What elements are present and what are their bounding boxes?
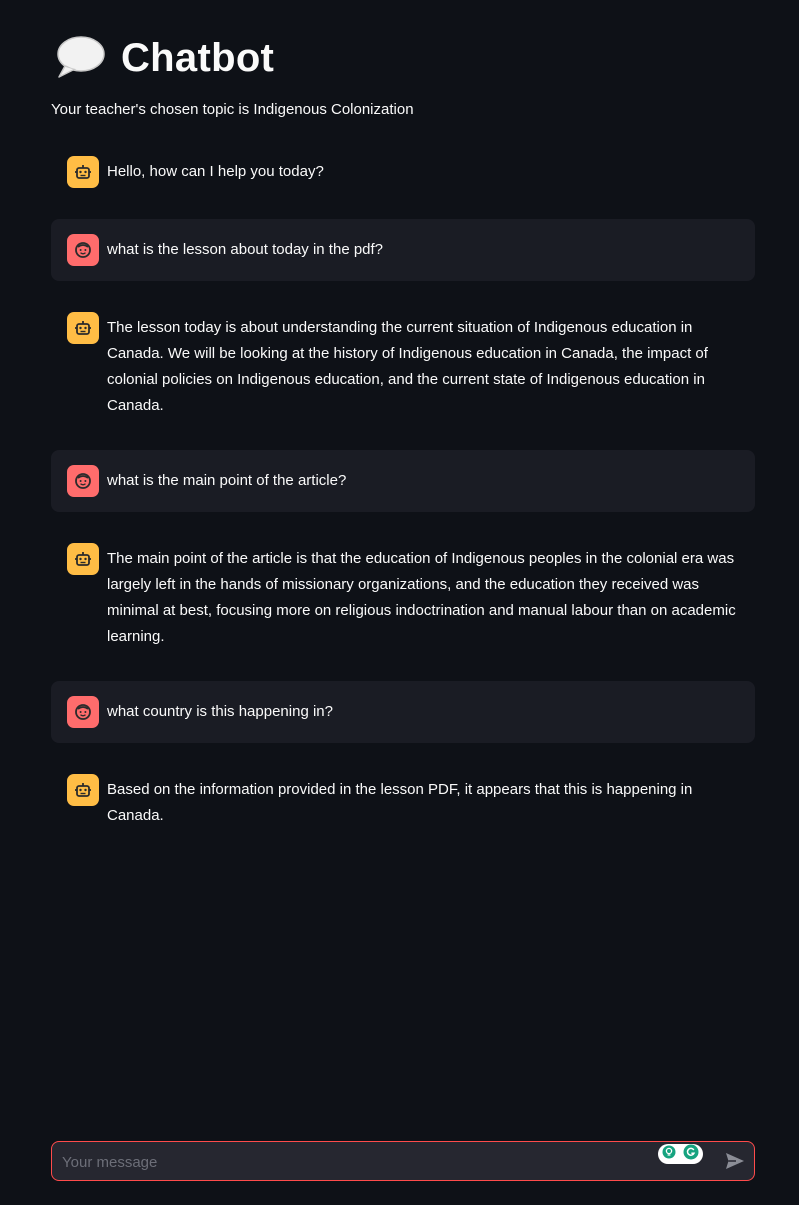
extension-badge[interactable] (658, 1144, 703, 1164)
face-icon (67, 234, 99, 266)
chat-input-container (51, 1141, 755, 1182)
bulb-icon[interactable] (662, 1145, 676, 1164)
message-text: what is the lesson about today in the pd… (107, 241, 384, 258)
message-text: The main point of the article is that th… (107, 550, 736, 645)
chat-message-user: what is the lesson about today in the pd… (51, 219, 755, 281)
chat-message-input[interactable] (60, 1142, 654, 1182)
face-icon (67, 465, 99, 497)
face-icon (67, 696, 99, 728)
page-header: Chatbot (51, 28, 274, 88)
chat-message-user: what is the main point of the article? (51, 450, 755, 512)
chat-message-assistant: Hello, how can I help you today? (51, 141, 755, 203)
topic-subtitle: Your teacher's chosen topic is Indigenou… (51, 101, 414, 118)
grammarly-icon[interactable] (683, 1144, 699, 1165)
robot-icon (67, 543, 99, 575)
send-icon[interactable] (725, 1152, 745, 1170)
send-button[interactable] (724, 1151, 746, 1171)
chat-message-assistant: Based on the information provided in the… (51, 759, 755, 844)
message-text: Hello, how can I help you today? (107, 163, 324, 180)
message-text: what is the main point of the article? (107, 472, 347, 489)
robot-icon (67, 774, 99, 806)
robot-icon (67, 312, 99, 344)
page-title: Chatbot (121, 35, 275, 80)
robot-icon (67, 156, 99, 188)
message-text: what country is this happening in? (107, 703, 333, 720)
chat-message-user: what country is this happening in? (51, 681, 755, 743)
message-text: The lesson today is about understanding … (107, 319, 708, 414)
chat-history: Hello, how can I help you today? what is… (51, 141, 755, 844)
speech-bubble-icon (51, 30, 109, 86)
chatbot-app: Chatbot Your teacher's chosen topic is I… (0, 0, 799, 1205)
chat-message-assistant: The main point of the article is that th… (51, 528, 755, 665)
message-text: Based on the information provided in the… (107, 781, 693, 824)
chat-message-assistant: The lesson today is about understanding … (51, 297, 755, 434)
